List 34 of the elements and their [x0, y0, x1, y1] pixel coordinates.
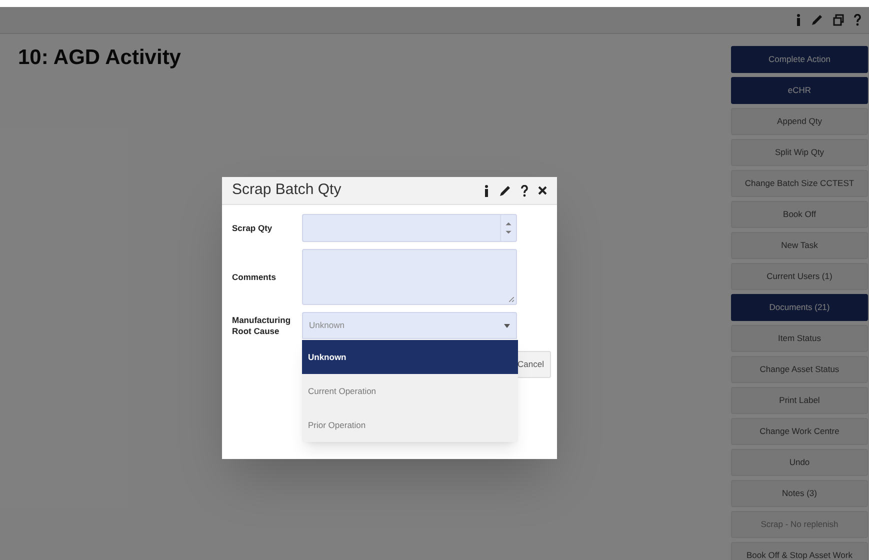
action-button[interactable]: Change Batch Size CCTEST — [731, 170, 868, 197]
caret-icon — [504, 324, 510, 328]
resize-handle-icon[interactable] — [509, 297, 514, 302]
help-icon[interactable] — [521, 184, 528, 196]
action-button[interactable]: Documents (21) — [731, 294, 868, 321]
info-icon[interactable] — [484, 184, 489, 196]
action-button[interactable]: Book Off — [731, 201, 868, 228]
page-title: 10: AGD Activity — [18, 45, 182, 71]
comments-field[interactable] — [302, 249, 517, 305]
dialog-title: Scrap Batch Qty — [232, 180, 342, 200]
action-button[interactable]: Book Off & Stop Asset Work — [731, 542, 868, 560]
window-icon[interactable] — [833, 14, 844, 26]
action-button[interactable]: Append Qty — [731, 108, 868, 135]
field-label: Manufacturing Root Cause — [232, 314, 292, 338]
field-label: Comments — [232, 272, 277, 282]
action-button[interactable]: New Task — [731, 232, 868, 259]
action-button[interactable]: Split Wip Qty — [731, 139, 868, 166]
close-icon[interactable] — [538, 186, 547, 195]
action-button[interactable]: Print Label — [731, 387, 868, 414]
dropdown-option[interactable]: Prior Operation — [302, 408, 518, 442]
action-button[interactable]: Current Users (1) — [731, 263, 868, 290]
action-button[interactable]: Change Work Centre — [731, 418, 868, 445]
action-button[interactable]: Item Status — [731, 325, 868, 352]
field-label: Scrap Qty — [232, 222, 274, 234]
select-placeholder: Unknown — [309, 319, 344, 332]
action-button[interactable]: Complete Action — [731, 46, 868, 73]
select-field[interactable]: Unknown — [302, 312, 517, 339]
action-button[interactable]: Undo — [731, 449, 868, 476]
pencil-icon[interactable] — [499, 184, 511, 196]
number-field[interactable] — [302, 214, 517, 242]
action-button[interactable]: Notes (3) — [731, 480, 868, 507]
dropdown-option[interactable]: Unknown — [302, 340, 518, 374]
action-button[interactable]: Change Asset Status — [731, 356, 868, 383]
action-button[interactable]: eCHR — [731, 77, 868, 104]
